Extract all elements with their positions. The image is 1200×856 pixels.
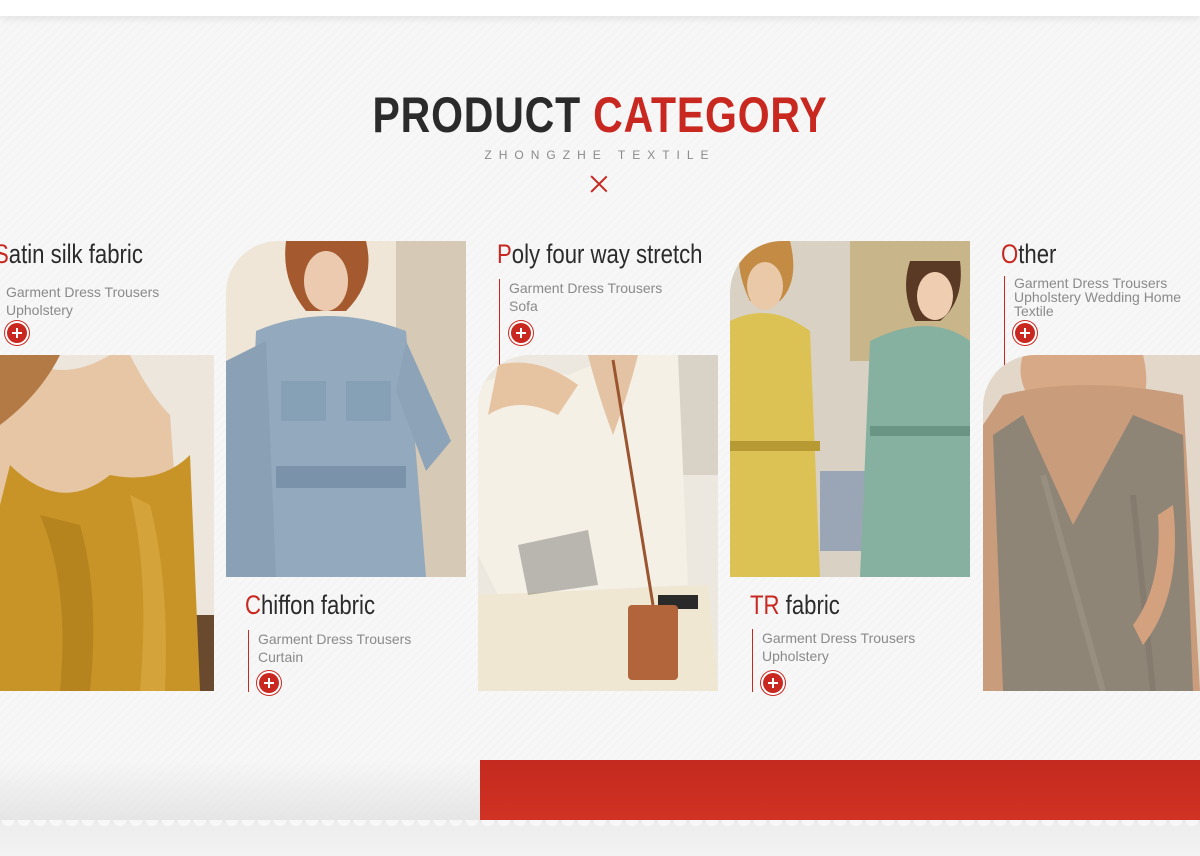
plus-circle-icon[interactable] (259, 673, 279, 693)
satin-product-image[interactable] (0, 355, 214, 691)
chiffon-product-image[interactable] (226, 241, 466, 577)
close-x-icon (590, 175, 608, 193)
poly-product-image[interactable] (478, 355, 718, 691)
section-subtitle: ZHONGZHE TEXTILE (484, 148, 716, 162)
category-title-tr[interactable]: TR fabric (750, 590, 840, 621)
category-title-poly[interactable]: Poly four way stretch (497, 239, 702, 270)
bottom-fade (0, 760, 480, 828)
scalloped-edge (0, 820, 1200, 856)
red-band (480, 760, 1200, 828)
plus-circle-icon[interactable] (511, 323, 531, 343)
top-bar (0, 0, 1200, 16)
other-product-image[interactable] (983, 355, 1200, 691)
plus-circle-icon[interactable] (7, 323, 27, 343)
plus-circle-icon[interactable] (1015, 323, 1035, 343)
title-part-red: CATEGORY (593, 87, 828, 143)
category-title-chiffon[interactable]: Chiffon fabric (245, 590, 375, 621)
plus-circle-icon[interactable] (763, 673, 783, 693)
tr-product-image[interactable] (730, 241, 970, 577)
category-desc-satin: Garment Dress Trousers Upholstery (6, 284, 160, 318)
title-part-dark: PRODUCT (372, 87, 581, 143)
section-title: PRODUCT CATEGORY (108, 86, 1092, 144)
category-title-other[interactable]: Other (1001, 239, 1056, 270)
category-title-satin[interactable]: Satin silk fabric (0, 239, 143, 270)
